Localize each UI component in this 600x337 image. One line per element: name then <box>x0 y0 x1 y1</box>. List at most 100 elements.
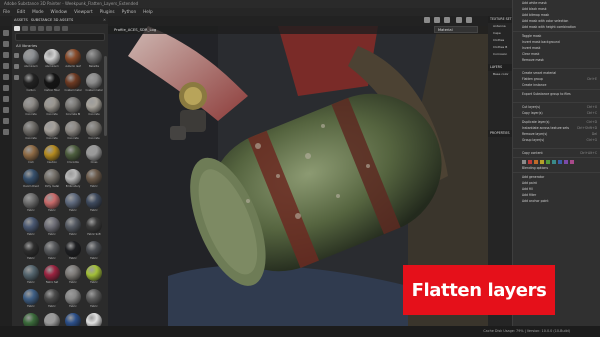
material-thumbnail[interactable]: Dirty metal <box>42 169 62 191</box>
menu-item[interactable]: Mode <box>32 8 43 16</box>
star-icon[interactable] <box>13 75 19 80</box>
material-thumbnail[interactable]: Concrete <box>42 97 62 119</box>
context-menu-item[interactable]: Copy layer(s) Ctrl+C <box>513 110 600 116</box>
tab-substance-assets[interactable]: SUBSTANCE 3D ASSETS <box>31 16 74 24</box>
context-menu-item[interactable]: Add anchor point <box>513 198 600 204</box>
color-picker-icon[interactable] <box>3 96 9 102</box>
material-thumbnail[interactable]: Concrete <box>42 121 62 143</box>
material-thumbnail[interactable]: Fabric <box>42 241 62 263</box>
material-thumbnail[interactable]: Autumn leaf <box>63 49 83 71</box>
material-thumbnail[interactable]: Aluminium <box>42 49 62 71</box>
menu-item[interactable]: Python <box>122 8 137 16</box>
material-thumbnail[interactable]: Fabric <box>63 265 83 287</box>
material-thumbnail[interactable]: Crocodile <box>63 145 83 167</box>
material-thumbnail[interactable]: Cross <box>84 145 104 167</box>
material-thumbnail[interactable]: Bakelite <box>84 49 104 71</box>
texture-set-item[interactable]: Clothes B <box>488 44 512 51</box>
material-thumbnail[interactable]: Fabric <box>84 169 104 191</box>
context-menu-item[interactable]: Blending options <box>513 165 600 171</box>
material-thumbnail[interactable]: Fabric <box>63 289 83 311</box>
viewport-mode-select[interactable]: Material <box>434 26 478 33</box>
material-thumbnail[interactable]: Embroidery <box>63 169 83 191</box>
material-thumbnail[interactable]: Fabric Soft <box>84 217 104 239</box>
menu-item[interactable]: Plugins <box>100 8 115 16</box>
material-thumbnail[interactable]: Fabric <box>63 241 83 263</box>
color-swatch[interactable] <box>522 160 526 164</box>
color-swatch[interactable] <box>528 160 532 164</box>
filter-smart-materials-icon[interactable] <box>30 25 36 31</box>
material-thumbnail[interactable]: Carbon fiber <box>42 73 62 95</box>
filter-all-icon[interactable] <box>14 25 20 31</box>
menu-item[interactable]: Help <box>143 8 153 16</box>
material-thumbnail[interactable]: Concrete <box>63 121 83 143</box>
menu-item[interactable]: Viewport <box>74 8 93 16</box>
menu-item[interactable]: File <box>3 8 10 16</box>
tab-assets[interactable]: ASSETS <box>14 16 28 24</box>
material-thumbnail[interactable]: Fabric <box>84 241 104 263</box>
material-thumbnail[interactable]: Fabric <box>84 265 104 287</box>
material-thumbnail[interactable]: Concrete <box>84 121 104 143</box>
material-thumbnail[interactable]: Fabric <box>21 241 41 263</box>
close-icon[interactable]: ✕ <box>103 16 106 24</box>
material-thumbnail[interactable]: Coated metal <box>84 73 104 95</box>
material-thumbnail[interactable]: Cork <box>21 145 41 167</box>
geometry-mask-icon[interactable] <box>3 107 9 113</box>
display-icon[interactable] <box>456 17 462 23</box>
settings-icon[interactable] <box>466 17 472 23</box>
material-thumbnail[interactable]: Fabric <box>42 289 62 311</box>
bake-icon[interactable] <box>3 118 9 124</box>
material-thumbnail[interactable]: Fabric <box>84 193 104 215</box>
material-thumbnail[interactable]: Caution <box>42 145 62 167</box>
eraser-icon[interactable] <box>3 41 9 47</box>
color-swatch[interactable] <box>552 160 556 164</box>
color-swatch[interactable] <box>546 160 550 164</box>
material-thumbnail[interactable]: Aluminium <box>21 49 41 71</box>
smudge-icon[interactable] <box>3 74 9 80</box>
filter-alphas-icon[interactable] <box>46 25 52 31</box>
menu-item[interactable]: Edit <box>17 8 25 16</box>
color-swatch[interactable] <box>558 160 562 164</box>
render-icon[interactable] <box>444 17 450 23</box>
material-thumbnail[interactable]: Fabric <box>42 193 62 215</box>
assets-scrollbar[interactable] <box>104 56 107 136</box>
search-input[interactable] <box>15 33 105 41</box>
channel-select[interactable]: Base color <box>488 71 512 78</box>
paint-brush-icon[interactable] <box>3 30 9 36</box>
material-thumbnail[interactable]: Fabric <box>21 217 41 239</box>
texture-set-item[interactable]: Cape <box>488 30 512 37</box>
material-thumbnail[interactable]: Fabric <box>84 289 104 311</box>
color-swatch[interactable] <box>564 160 568 164</box>
projection-icon[interactable] <box>3 52 9 58</box>
polygon-fill-icon[interactable] <box>3 63 9 69</box>
filter-filters-icon[interactable] <box>62 25 68 31</box>
context-menu-item[interactable]: Add mask with height combination <box>513 24 600 30</box>
filter-brushes-icon[interactable] <box>38 25 44 31</box>
color-swatch[interactable] <box>570 160 574 164</box>
material-thumbnail[interactable]: Carbon <box>21 73 41 95</box>
material-thumbnail[interactable]: Fabric <box>21 265 41 287</box>
context-menu-item[interactable]: Create instance <box>513 82 600 88</box>
color-swatch[interactable] <box>540 160 544 164</box>
library-icon[interactable] <box>13 53 19 58</box>
material-thumbnail[interactable]: Concrete <box>21 97 41 119</box>
filter-materials-icon[interactable] <box>22 25 28 31</box>
camera-icon[interactable] <box>434 17 440 23</box>
material-thumbnail[interactable]: Fabric <box>21 193 41 215</box>
clone-icon[interactable] <box>3 85 9 91</box>
material-thumbnail[interactable]: Concrete <box>84 97 104 119</box>
material-thumbnail[interactable]: Concrete Bl <box>63 97 83 119</box>
text-tool-icon[interactable] <box>3 129 9 135</box>
material-thumbnail[interactable]: Fabric <box>63 217 83 239</box>
library-label[interactable]: All libraries <box>12 42 108 49</box>
color-swatch[interactable] <box>534 160 538 164</box>
texture-set-item[interactable]: Clothes <box>488 37 512 44</box>
material-thumbnail[interactable]: Coated metal <box>63 73 83 95</box>
material-thumbnail[interactable]: Fabric <box>63 193 83 215</box>
material-thumbnail[interactable]: Fabric Sat <box>42 265 62 287</box>
texture-set-item[interactable]: Antenna <box>488 23 512 30</box>
material-thumbnail[interactable]: Concrete <box>21 121 41 143</box>
menu-item[interactable]: Window <box>51 8 68 16</box>
filter-textures-icon[interactable] <box>54 25 60 31</box>
material-thumbnail[interactable]: Fabric <box>42 217 62 239</box>
material-thumbnail[interactable]: Denim Rivet <box>21 169 41 191</box>
